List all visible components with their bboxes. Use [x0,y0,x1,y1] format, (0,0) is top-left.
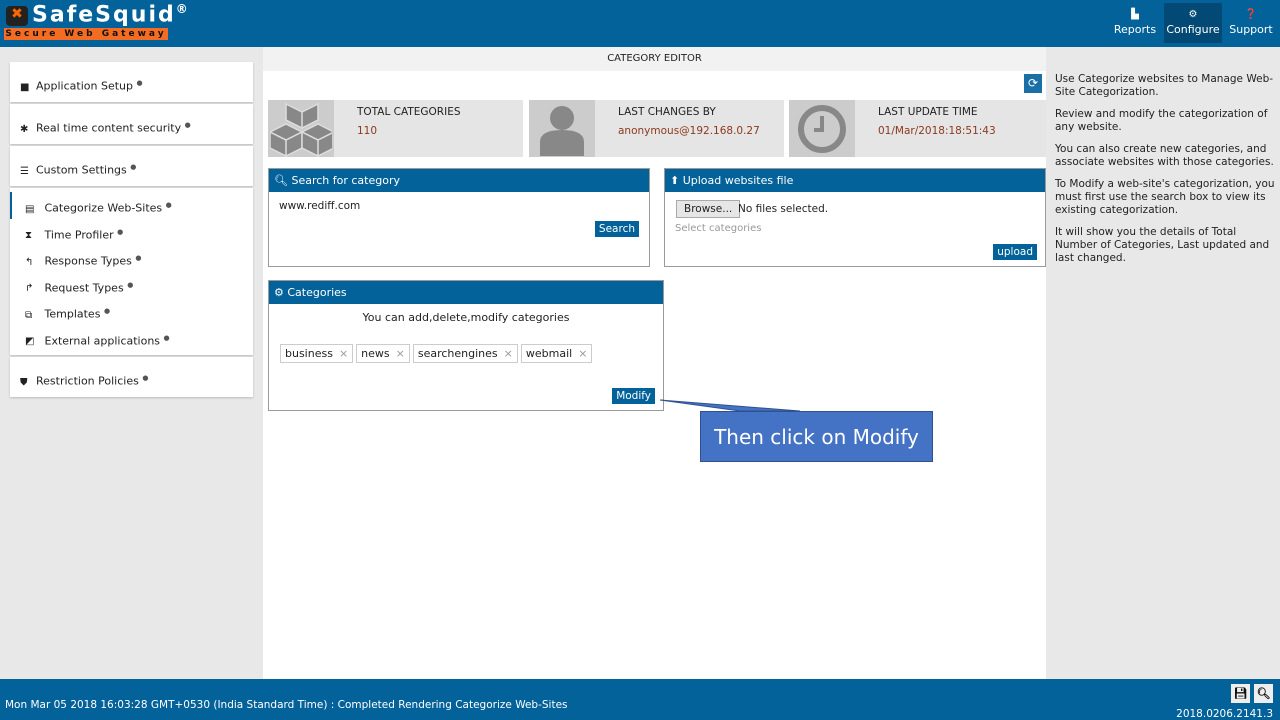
status-text: Mon Mar 05 2018 16:03:28 GMT+0530 (India… [5,699,568,711]
callout-pointer [659,399,801,412]
version-text: 2018.0206.2141.3 [1176,708,1273,720]
footer: Mon Mar 05 2018 16:03:28 GMT+0530 (India… [0,679,1280,720]
instruction-callout: Then click on Modify [700,411,933,462]
save-button[interactable]: 💾︎ [1231,684,1250,703]
search-button[interactable]: 🔍︎ [1254,684,1273,703]
